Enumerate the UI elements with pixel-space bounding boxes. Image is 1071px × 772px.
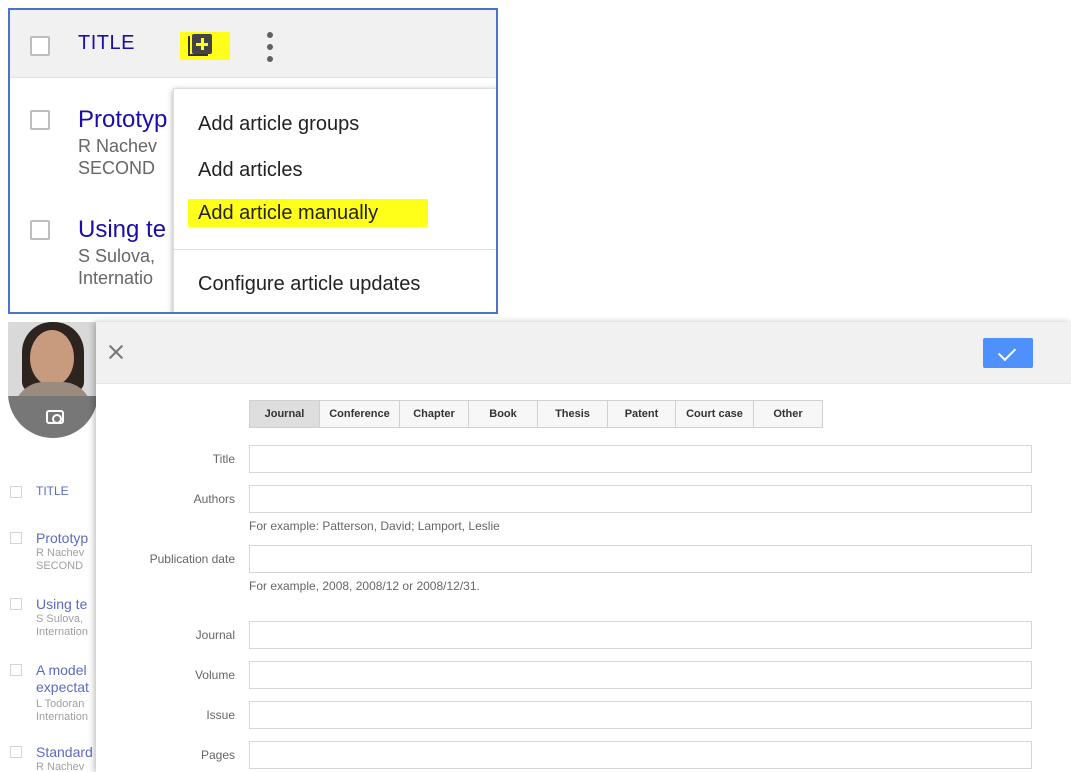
tab-other[interactable]: Other — [754, 401, 822, 427]
tab-conference[interactable]: Conference — [320, 401, 400, 427]
article-authors: R Nachev — [36, 547, 85, 559]
background-profile-column: TITLE Prototyp R Nachev SECOND Using te … — [0, 322, 100, 772]
pages-input[interactable] — [249, 741, 1032, 769]
row-checkbox[interactable] — [10, 664, 22, 676]
save-button[interactable] — [983, 338, 1033, 368]
row-checkbox[interactable] — [30, 220, 50, 240]
authors-input[interactable] — [249, 485, 1032, 513]
article-venue: Internation — [36, 626, 88, 638]
issue-label: Issue — [206, 708, 235, 722]
tab-chapter[interactable]: Chapter — [400, 401, 469, 427]
issue-input[interactable] — [249, 701, 1032, 729]
row-checkbox[interactable] — [10, 532, 22, 544]
article-list-panel: TITLE Prototyp R Nachev SECOND Using te … — [8, 8, 498, 314]
row-checkbox[interactable] — [10, 486, 22, 498]
article-title-link[interactable]: Using te — [78, 216, 166, 244]
add-menu: Add article groups Add articles Add arti… — [173, 88, 496, 312]
article-venue: SECOND — [78, 158, 156, 178]
authors-hint: For example: Patterson, David; Lamport, … — [249, 519, 500, 533]
journal-label: Journal — [195, 628, 235, 642]
article-authors: S Sulova, — [36, 613, 84, 625]
screenshot-stage: TITLE Prototyp R Nachev SECOND Using te … — [0, 0, 1071, 772]
article-title-link-line2[interactable]: expectat — [36, 679, 89, 695]
volume-input[interactable] — [249, 661, 1032, 689]
article-authors: L Todoran — [36, 698, 85, 710]
select-all-checkbox[interactable] — [30, 36, 50, 56]
add-button[interactable] — [180, 32, 230, 60]
row-checkbox[interactable] — [10, 598, 22, 610]
article-title-link[interactable]: A model — [36, 662, 87, 678]
article-title-link[interactable]: Standard — [36, 744, 93, 760]
article-title-link[interactable]: Prototyp — [36, 530, 88, 546]
dialog-header — [96, 322, 1071, 384]
row-checkbox[interactable] — [10, 746, 22, 758]
avatar[interactable] — [8, 322, 98, 438]
article-authors: R Nachev — [78, 136, 158, 156]
tab-journal[interactable]: Journal — [250, 401, 320, 427]
tab-patent[interactable]: Patent — [608, 401, 676, 427]
pages-label: Pages — [200, 748, 235, 762]
article-authors: R Nachev — [36, 761, 85, 772]
publication-type-tabs: Journal Conference Chapter Book Thesis P… — [249, 400, 823, 428]
menu-divider — [174, 249, 496, 250]
journal-input[interactable] — [249, 621, 1032, 649]
tab-book[interactable]: Book — [469, 401, 538, 427]
article-title-link[interactable]: Using te — [36, 596, 87, 612]
row-checkbox[interactable] — [30, 110, 50, 130]
authors-label: Authors — [193, 492, 235, 506]
tab-court-case[interactable]: Court case — [676, 401, 754, 427]
article-authors: S Sulova, — [78, 246, 156, 266]
title-column-header[interactable]: TITLE — [78, 32, 135, 55]
article-venue: Internatio — [78, 268, 154, 288]
article-venue: SECOND — [36, 560, 84, 572]
article-title-link[interactable]: Prototyp — [78, 106, 167, 134]
menu-item-add-article-groups[interactable]: Add article groups — [198, 113, 359, 136]
tab-thesis[interactable]: Thesis — [538, 401, 608, 427]
close-icon[interactable] — [108, 344, 124, 360]
title-column-header[interactable]: TITLE — [36, 484, 69, 498]
publication-date-label: Publication date — [149, 552, 235, 566]
title-label: Title — [212, 452, 235, 466]
camera-icon[interactable] — [46, 410, 64, 424]
publication-date-input[interactable] — [249, 545, 1032, 573]
title-input[interactable] — [249, 445, 1032, 473]
list-header: TITLE — [10, 10, 496, 78]
volume-label: Volume — [194, 668, 235, 682]
more-options-icon[interactable] — [264, 30, 276, 64]
add-article-dialog: Journal Conference Chapter Book Thesis P… — [96, 322, 1071, 772]
menu-item-configure-article-updates[interactable]: Configure article updates — [198, 273, 420, 296]
menu-item-add-article-manually[interactable]: Add article manually — [198, 202, 378, 225]
add-icon — [192, 34, 212, 54]
publication-date-hint: For example, 2008, 2008/12 or 2008/12/31… — [249, 579, 480, 593]
article-venue: Internation — [36, 711, 88, 723]
menu-item-add-articles[interactable]: Add articles — [198, 159, 303, 182]
